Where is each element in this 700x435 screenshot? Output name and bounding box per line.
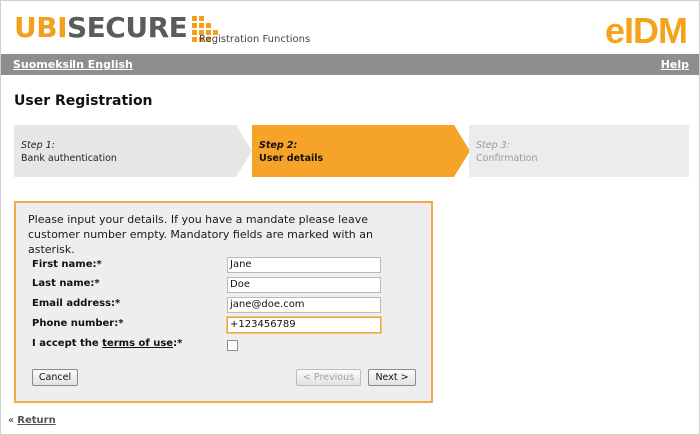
email-label: Email address:* <box>32 298 121 309</box>
phone-label: Phone number:* <box>32 318 124 329</box>
form-instructions: Please input your details. If you have a… <box>28 213 373 256</box>
step-2-label: User details <box>259 153 324 164</box>
first-name-label: First name:* <box>32 259 102 270</box>
previous-button[interactable]: < Previous <box>296 369 361 386</box>
step-1: Step 1: Bank authentication <box>14 125 252 177</box>
language-nav-bar: Suomeksi In English Help <box>1 54 699 75</box>
terms-label: I accept the terms of use:* <box>32 338 182 349</box>
eidm-logo: eIDM <box>604 10 688 51</box>
last-name-label: Last name:* <box>32 278 100 289</box>
language-link-english[interactable]: In English <box>72 58 133 71</box>
return-link[interactable]: Return <box>17 415 55 426</box>
ubisecure-logo: UBI SECURE <box>14 11 219 45</box>
language-link-finnish[interactable]: Suomeksi <box>13 58 73 71</box>
progress-steps: Step 1: Bank authentication Step 2: User… <box>14 125 689 177</box>
step-3: Step 3: Confirmation <box>469 125 689 177</box>
cancel-button[interactable]: Cancel <box>32 369 78 386</box>
terms-prefix: I accept the <box>32 338 103 349</box>
step-2-number: Step 2: <box>259 140 298 151</box>
last-name-field[interactable]: Doe <box>227 277 381 293</box>
step-3-number: Step 3: <box>476 140 510 151</box>
section-title: Registration Functions <box>199 34 311 45</box>
terms-of-use-link[interactable]: terms of use <box>102 338 173 349</box>
step-2: Step 2: User details <box>252 125 470 177</box>
return-nav: « Return <box>8 415 56 426</box>
terms-suffix: :* <box>173 338 183 349</box>
logo-text-ubi: UBI <box>14 11 68 44</box>
return-arrow: « <box>8 415 18 426</box>
step-1-number: Step 1: <box>21 140 55 151</box>
help-link[interactable]: Help <box>661 58 689 71</box>
phone-field[interactable]: +123456789 <box>227 317 381 333</box>
user-details-form: Please input your details. If you have a… <box>14 201 433 403</box>
email-field[interactable]: jane@doe.com <box>227 297 381 313</box>
page-title: User Registration <box>14 93 153 109</box>
next-button[interactable]: Next > <box>368 369 416 386</box>
logo-text-secure: SECURE <box>67 11 188 44</box>
first-name-field[interactable]: Jane <box>227 257 381 273</box>
page-frame: UBI SECURE Registration Functions eIDM Su… <box>0 0 700 435</box>
step-1-label: Bank authentication <box>21 153 117 164</box>
terms-checkbox[interactable] <box>227 340 238 351</box>
step-3-label: Confirmation <box>476 153 538 164</box>
